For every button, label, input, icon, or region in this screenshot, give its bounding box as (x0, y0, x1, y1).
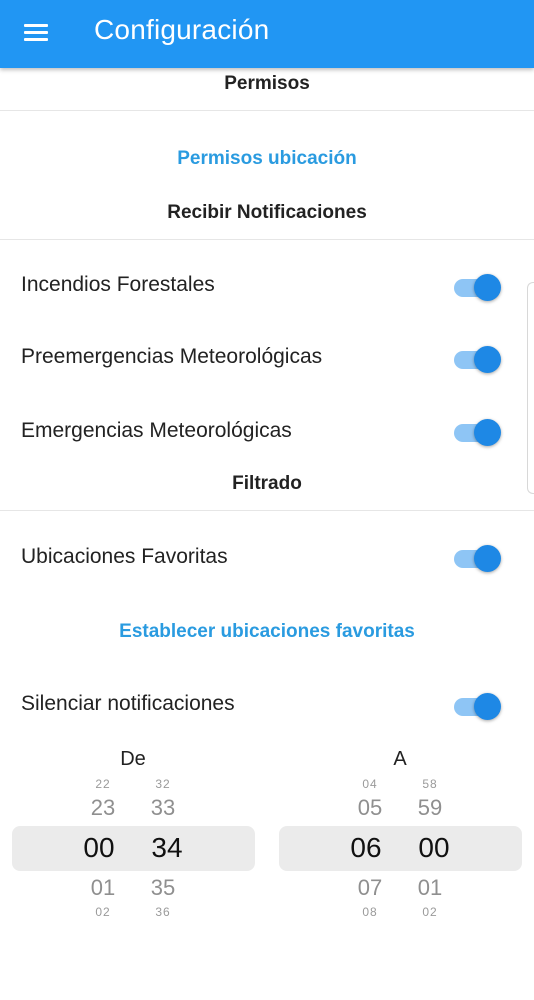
picker-de-selection-band (12, 826, 255, 871)
picker-a-hour-item[interactable]: 08 (348, 905, 392, 919)
switch-thumb (474, 346, 501, 373)
divider (0, 239, 534, 240)
picker-de-hour-selected[interactable]: 00 (77, 832, 121, 864)
picker-a-hour-item[interactable]: 07 (348, 875, 392, 901)
picker-a-minute-item[interactable]: 58 (408, 777, 452, 791)
ubicaciones-favoritas-label: Ubicaciones Favoritas (21, 545, 228, 568)
picker-de-hour-item[interactable]: 22 (81, 777, 125, 791)
section-title-filtrado: Filtrado (232, 473, 302, 494)
picker-de-minute-selected[interactable]: 34 (145, 832, 189, 864)
establecer-favoritas-link[interactable]: Establecer ubicaciones favoritas (0, 621, 534, 643)
divider (0, 510, 534, 511)
picker-de-minute-item[interactable]: 33 (141, 795, 185, 821)
picker-de-minute-item[interactable]: 36 (141, 905, 185, 919)
picker-a-hour-selected[interactable]: 06 (344, 832, 388, 864)
picker-de-minute-item[interactable]: 32 (141, 777, 185, 791)
picker-a-minute-item[interactable]: 02 (408, 905, 452, 919)
switch-thumb (474, 545, 501, 572)
picker-a-selection-band (279, 826, 522, 871)
section-title-recibir-notificaciones: Recibir Notificaciones (167, 202, 367, 223)
picker-de-hour-item[interactable]: 01 (81, 875, 125, 901)
divider (0, 110, 534, 111)
silenciar-notificaciones-label: Silenciar notificaciones (21, 692, 235, 715)
page-title: Configuración (94, 14, 270, 45)
scroll-indicator[interactable] (527, 282, 534, 494)
switch-thumb (474, 419, 501, 446)
picker-de-hour-item[interactable]: 23 (81, 795, 125, 821)
incendios-forestales-switch[interactable] (454, 273, 501, 301)
preemergencias-label: Preemergencias Meteorológicas (21, 345, 323, 368)
silenciar-notificaciones-switch[interactable] (454, 692, 501, 720)
incendios-forestales-label: Incendios Forestales (21, 273, 215, 296)
emergencias-label: Emergencias Meteorológicas (21, 419, 292, 442)
preemergencias-switch[interactable] (454, 345, 501, 373)
picker-a-minute-item[interactable]: 01 (408, 875, 452, 901)
hamburger-menu-icon[interactable] (24, 22, 48, 42)
app-bar: Configuración (0, 0, 534, 68)
picker-de-label: De (120, 748, 146, 770)
picker-de-minute-item[interactable]: 35 (141, 875, 185, 901)
picker-a-minute-item[interactable]: 59 (408, 795, 452, 821)
picker-a-minute-selected[interactable]: 00 (412, 832, 456, 864)
switch-thumb (474, 693, 501, 720)
permisos-ubicacion-link[interactable]: Permisos ubicación (0, 148, 534, 170)
ubicaciones-favoritas-switch[interactable] (454, 544, 501, 572)
picker-de-hour-item[interactable]: 02 (81, 905, 125, 919)
emergencias-switch[interactable] (454, 418, 501, 446)
switch-thumb (474, 274, 501, 301)
picker-a-hour-item[interactable]: 04 (348, 777, 392, 791)
picker-a-label: A (393, 748, 407, 770)
picker-a-hour-item[interactable]: 05 (348, 795, 392, 821)
section-title-permisos: Permisos (224, 73, 310, 94)
